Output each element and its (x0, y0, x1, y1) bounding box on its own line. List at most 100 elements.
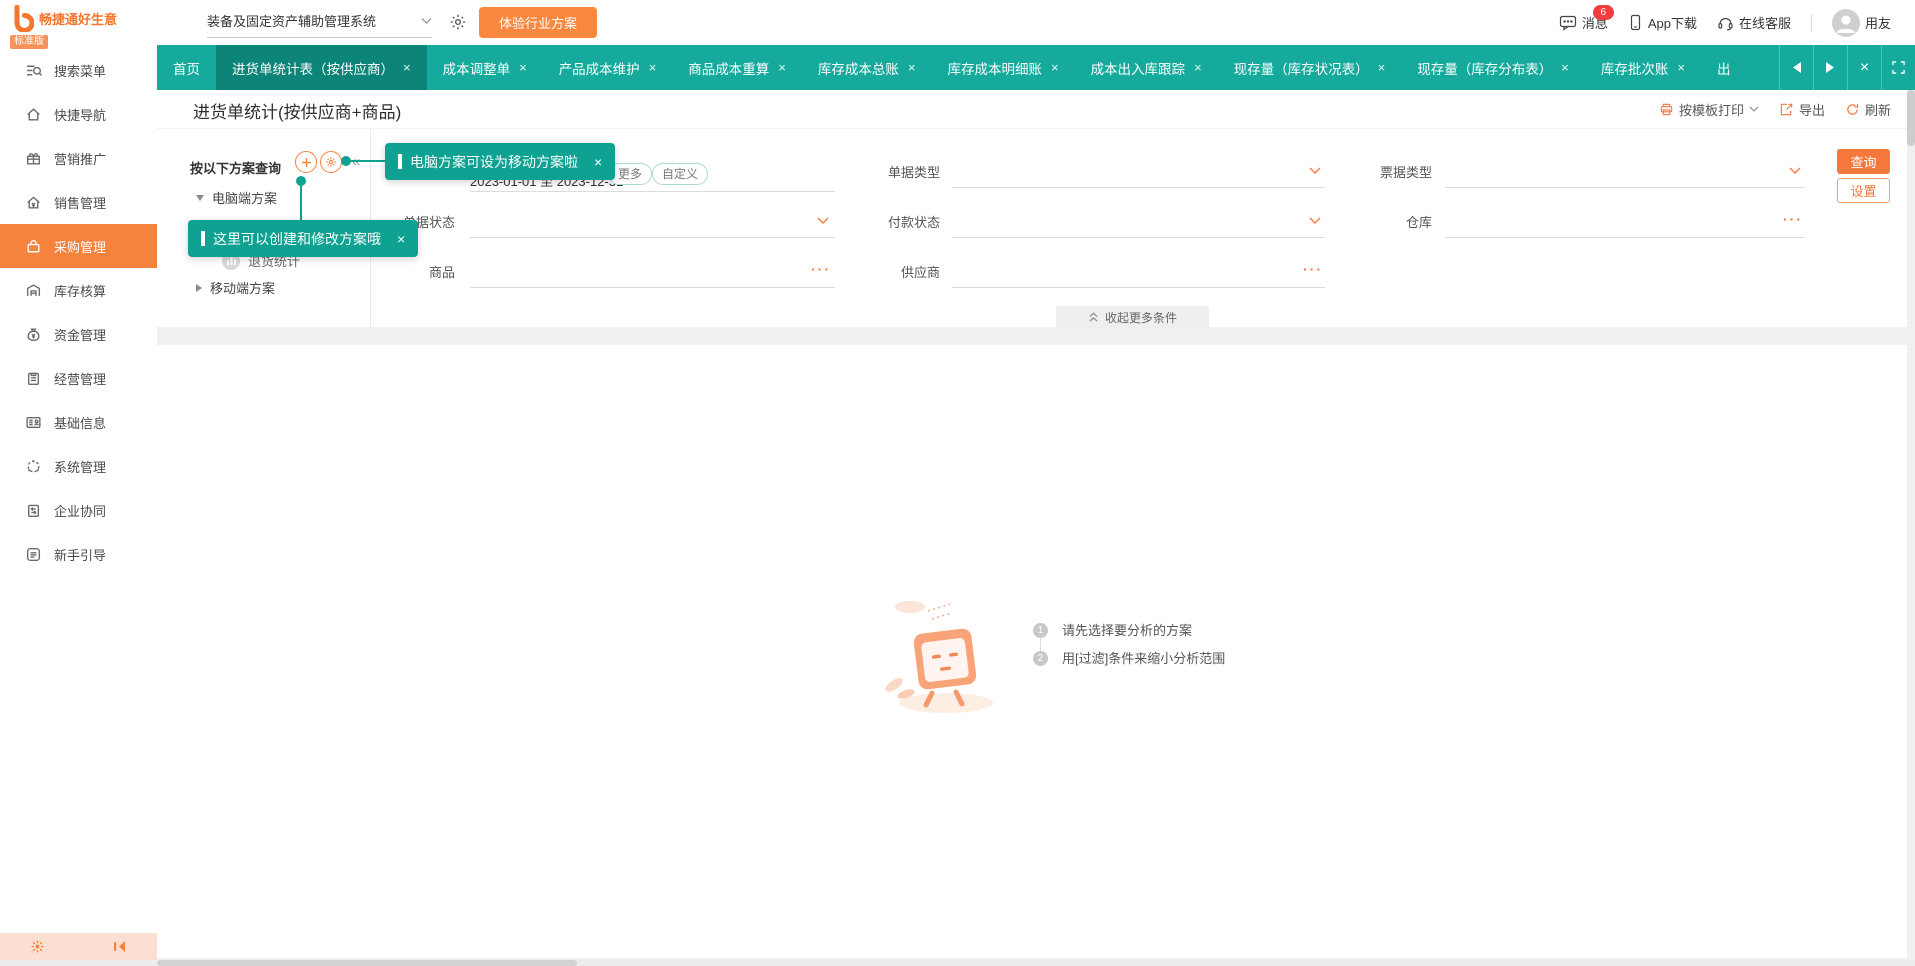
chevron-down-icon[interactable] (1309, 167, 1321, 175)
sidebar-item-search-menu[interactable]: 搜索菜单 (0, 48, 157, 92)
trial-industry-plan-button[interactable]: 体验行业方案 (479, 7, 597, 38)
sidebar-item-operations-mgmt[interactable]: 经营管理 (0, 356, 157, 400)
pay-status-select[interactable] (952, 237, 1325, 238)
doc-status-select[interactable] (470, 237, 835, 238)
tab-overflow-clipped[interactable]: 出 (1701, 45, 1743, 90)
sidebar-item-marketing[interactable]: 营销推广 (0, 136, 157, 180)
chevron-down-icon[interactable] (1789, 167, 1801, 175)
close-icon[interactable]: × (397, 231, 405, 247)
sidebar-item-purchase-mgmt[interactable]: 采购管理 (0, 224, 157, 268)
scheme-settings-button[interactable] (320, 151, 342, 173)
scroll-tabs-left-button[interactable] (1779, 45, 1813, 90)
close-icon[interactable]: × (778, 60, 786, 75)
close-icon[interactable]: × (649, 60, 657, 75)
app-download-button[interactable]: App下载 (1628, 13, 1697, 32)
gift-icon (25, 150, 42, 167)
tab-inventory-batch[interactable]: 库存批次账× (1585, 45, 1701, 90)
chevron-down-icon[interactable] (817, 217, 829, 225)
sidebar-settings-gear-icon[interactable] (30, 939, 45, 954)
system-select[interactable]: 装备及固定资产辅助管理系统 (207, 11, 432, 38)
sidebar-item-enterprise-collab[interactable]: 企业协同 (0, 488, 157, 532)
tree-collapsed-arrow-icon[interactable] (196, 284, 202, 292)
user-menu[interactable]: 用友 (1832, 9, 1891, 37)
close-icon[interactable]: × (403, 60, 411, 75)
fullscreen-button[interactable] (1881, 45, 1915, 90)
print-by-template-button[interactable]: 按模板打印 (1659, 100, 1759, 119)
close-icon[interactable]: × (1194, 60, 1202, 75)
collapse-more-filters-button[interactable]: 收起更多条件 (1056, 306, 1209, 328)
close-icon[interactable]: × (1677, 60, 1685, 75)
app-root: 畅捷通好生意 标准版 搜索菜单 快捷导航 营销推广 销售管理 (0, 0, 1915, 966)
close-icon[interactable]: × (1561, 60, 1569, 75)
date-field-underline[interactable] (470, 191, 835, 192)
tab-stock-status[interactable]: 现存量（库存状况表）× (1218, 45, 1402, 90)
warehouse-ellipsis-button[interactable]: ··· (1783, 211, 1803, 227)
supplier-ellipsis-button[interactable]: ··· (1303, 261, 1323, 277)
sidebar-item-funds-mgmt[interactable]: 资金管理 (0, 312, 157, 356)
sidebar: 畅捷通好生意 标准版 搜索菜单 快捷导航 营销推广 销售管理 (0, 0, 157, 960)
tab-cost-io-tracking[interactable]: 成本出入库跟踪× (1075, 45, 1218, 90)
custom-range-pill[interactable]: 自定义 (652, 163, 708, 185)
header-gear-icon[interactable] (449, 13, 467, 31)
tab-cost-adjustment[interactable]: 成本调整单× (427, 45, 543, 90)
tree-group-pc-schemes[interactable]: 电脑端方案 (196, 188, 277, 207)
sidebar-item-basic-info[interactable]: 基础信息 (0, 400, 157, 444)
close-all-tabs-button[interactable]: × (1847, 45, 1881, 90)
online-service-button[interactable]: 在线客服 (1717, 13, 1791, 32)
vertical-scrollbar-thumb[interactable] (1907, 90, 1915, 146)
query-button[interactable]: 查询 (1837, 149, 1890, 174)
collapse-sidebar-icon[interactable] (111, 940, 127, 953)
sidebar-item-quick-nav[interactable]: 快捷导航 (0, 92, 157, 136)
sidebar-item-system-mgmt[interactable]: 系统管理 (0, 444, 157, 488)
doc-type-select[interactable] (952, 187, 1325, 188)
tab-inventory-cost-ledger[interactable]: 库存成本总账× (802, 45, 932, 90)
edition-badge: 标准版 (10, 35, 48, 49)
ticket-type-select[interactable] (1445, 187, 1805, 188)
close-icon[interactable]: × (1051, 60, 1059, 75)
warehouse-picker[interactable] (1445, 237, 1805, 238)
settings-button[interactable]: 设置 (1837, 178, 1890, 203)
username: 用友 (1865, 13, 1891, 32)
avatar (1832, 9, 1860, 37)
add-scheme-button[interactable] (295, 151, 317, 173)
page-title-bar: 进货单统计(按供应商+商品) 按模板打印 导出 刷新 (157, 90, 1915, 128)
sidebar-menu: 搜索菜单 快捷导航 营销推广 销售管理 采购管理 库存核算 (0, 48, 157, 576)
refresh-button[interactable]: 刷新 (1845, 100, 1891, 119)
search-menu-icon (25, 62, 42, 79)
home-icon (25, 106, 42, 123)
tab-home[interactable]: 首页 (157, 45, 216, 90)
supplier-label: 供应商 (870, 262, 940, 281)
tooltip-scheme-mobile: 电脑方案可设为移动方案啦 × (385, 143, 615, 180)
step-1-text: 请先选择要分析的方案 (1062, 623, 1192, 638)
scroll-tabs-right-button[interactable] (1813, 45, 1847, 90)
close-icon[interactable]: × (908, 60, 916, 75)
sidebar-item-beginner-guide[interactable]: 新手引导 (0, 532, 157, 576)
export-button[interactable]: 导出 (1779, 100, 1825, 119)
tab-inventory-cost-detail[interactable]: 库存成本明细账× (931, 45, 1074, 90)
chevron-down-icon[interactable] (1309, 217, 1321, 225)
sidebar-item-sales-mgmt[interactable]: 销售管理 (0, 180, 157, 224)
tab-purchase-stats-supplier[interactable]: 进货单统计表（按供应商）× (216, 45, 427, 90)
fullscreen-icon (1892, 61, 1905, 74)
close-icon[interactable]: × (519, 60, 527, 75)
supplier-picker[interactable] (952, 287, 1325, 288)
empty-state-robot-illustration (880, 593, 1010, 715)
sidebar-item-inventory-accounting[interactable]: 库存核算 (0, 268, 157, 312)
tree-group-mobile-schemes[interactable]: 移动端方案 (196, 278, 275, 297)
tab-goods-cost-recalc[interactable]: 商品成本重算× (672, 45, 802, 90)
close-icon[interactable]: × (594, 154, 602, 170)
messages-button[interactable]: 消息 6 (1559, 13, 1608, 32)
page-title: 进货单统计(按供应商+商品) (193, 98, 401, 123)
goods-ellipsis-button[interactable]: ··· (811, 261, 831, 277)
goods-picker[interactable] (470, 287, 835, 288)
tab-stock-distribution[interactable]: 现存量（库存分布表）× (1401, 45, 1585, 90)
close-icon[interactable]: × (1378, 60, 1386, 75)
horizontal-scrollbar[interactable] (0, 960, 1915, 966)
warehouse-label: 仓库 (1362, 212, 1432, 231)
horizontal-scrollbar-thumb[interactable] (157, 960, 577, 966)
vertical-scrollbar[interactable] (1907, 90, 1915, 960)
purchase-bag-icon (25, 238, 42, 255)
tab-product-cost[interactable]: 产品成本维护× (543, 45, 673, 90)
tree-expand-arrow-icon[interactable] (196, 195, 204, 201)
step-connector-line (1040, 638, 1041, 651)
